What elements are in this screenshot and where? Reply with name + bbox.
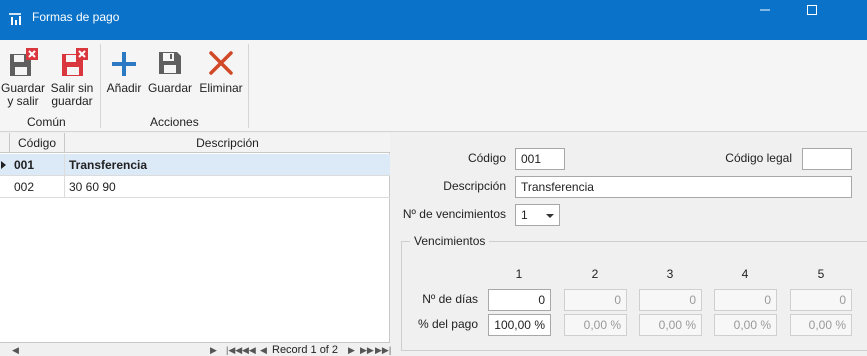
group-label-common: Común — [27, 115, 66, 129]
last-record-icon[interactable]: ▶▶| — [375, 343, 391, 356]
days-field-3: 0 — [639, 289, 702, 311]
row-pointer-icon — [1, 161, 6, 169]
window-title: Formas de pago — [32, 10, 120, 24]
scroll-right-icon[interactable]: ▶ — [210, 343, 217, 356]
legal-code-field[interactable] — [802, 148, 852, 170]
payment-percent-field-4: 0,00 % — [714, 314, 777, 336]
ribbon: Guardar y salir Salir sin guardar Común … — [0, 40, 867, 132]
delete-button[interactable]: Eliminar — [197, 44, 245, 95]
maximize-icon — [807, 5, 817, 15]
first-record-icon[interactable]: |◀◀ — [226, 343, 242, 356]
maximize-button[interactable] — [789, 0, 835, 20]
table-row[interactable]: 001 Transferencia — [0, 154, 390, 176]
save-button[interactable]: Guardar — [146, 44, 194, 95]
record-counter: Record 1 of 2 — [272, 344, 339, 356]
due-count-select[interactable]: 1 — [515, 204, 560, 226]
minimize-button[interactable] — [742, 0, 788, 20]
due-column-header: 3 — [666, 267, 674, 281]
row-indicator — [0, 154, 10, 176]
exit-without-save-label-1: Salir sin — [50, 81, 94, 95]
payment-percent-label: % del pago — [417, 317, 478, 331]
payment-percent-field-1[interactable]: 100,00 % — [488, 314, 551, 336]
chevron-down-icon — [546, 214, 554, 218]
days-field-4: 0 — [714, 289, 777, 311]
title-bar: Formas de pago — [0, 0, 867, 40]
payment-methods-grid: Código Descripción 001 Transferencia 002… — [0, 133, 391, 356]
column-header-description[interactable]: Descripción — [65, 133, 390, 153]
prev-page-icon[interactable]: ◀◀ — [242, 343, 256, 356]
app-icon — [9, 13, 21, 25]
grid-header-indicator — [0, 133, 10, 153]
payment-percent-field-5: 0,00 % — [790, 314, 852, 336]
add-button[interactable]: Añadir — [104, 44, 144, 95]
days-field-5: 0 — [790, 289, 852, 311]
cell-description[interactable]: 30 60 90 — [65, 176, 390, 198]
scroll-left-icon[interactable]: ◀ — [12, 343, 19, 356]
ribbon-divider — [248, 44, 249, 128]
plus-icon — [112, 52, 136, 76]
cell-code[interactable]: 002 — [10, 176, 65, 198]
grid-header: Código Descripción — [0, 133, 390, 153]
save-and-exit-label-1: Guardar — [0, 81, 46, 95]
next-page-icon[interactable]: ▶▶ — [360, 343, 374, 356]
add-label: Añadir — [106, 81, 142, 95]
ribbon-divider — [100, 44, 101, 128]
column-header-code[interactable]: Código — [10, 133, 65, 153]
save-and-exit-label-2: y salir — [7, 94, 39, 108]
due-column-header: 5 — [817, 267, 825, 281]
description-field[interactable]: Transferencia — [515, 176, 852, 198]
minimize-icon — [760, 9, 770, 11]
days-field-1[interactable]: 0 — [488, 289, 551, 311]
due-count-label: Nº de vencimientos — [402, 207, 506, 221]
due-column-header: 4 — [741, 267, 749, 281]
cell-code[interactable]: 001 — [10, 154, 65, 176]
due-count-value: 1 — [521, 208, 528, 222]
cell-description[interactable]: Transferencia — [65, 154, 390, 176]
due-column-header: 2 — [591, 267, 599, 281]
days-field-2: 0 — [564, 289, 627, 311]
payment-percent-field-3: 0,00 % — [639, 314, 702, 336]
prev-record-icon[interactable]: ◀ — [260, 343, 267, 356]
payment-percent-field-2: 0,00 % — [564, 314, 627, 336]
legal-code-label: Código legal — [725, 151, 792, 165]
delete-x-icon — [209, 51, 233, 75]
code-label: Código — [467, 151, 506, 165]
save-icon — [159, 52, 181, 74]
save-label: Guardar — [147, 81, 193, 95]
save-and-exit-button[interactable]: Guardar y salir — [0, 44, 46, 108]
description-label: Descripción — [443, 179, 506, 193]
code-field[interactable]: 001 — [515, 148, 565, 170]
next-record-icon[interactable]: ▶ — [348, 343, 355, 356]
table-row[interactable]: 002 30 60 90 — [0, 176, 390, 198]
due-column-header: 1 — [515, 267, 523, 281]
group-label-actions: Acciones — [150, 115, 199, 129]
exit-without-save-label-2: guardar — [51, 94, 93, 108]
save-close-icon — [10, 48, 38, 76]
grid-footer: ◀ ▶ |◀◀ ◀◀ ◀ Record 1 of 2 ▶ ▶▶ ▶▶| — [0, 342, 391, 356]
delete-label: Eliminar — [199, 81, 243, 95]
exit-nosave-icon — [62, 48, 88, 76]
exit-without-save-button[interactable]: Salir sin guardar — [48, 44, 96, 108]
days-label: Nº de días — [422, 292, 478, 306]
due-dates-group-title: Vencimientos — [410, 234, 490, 248]
